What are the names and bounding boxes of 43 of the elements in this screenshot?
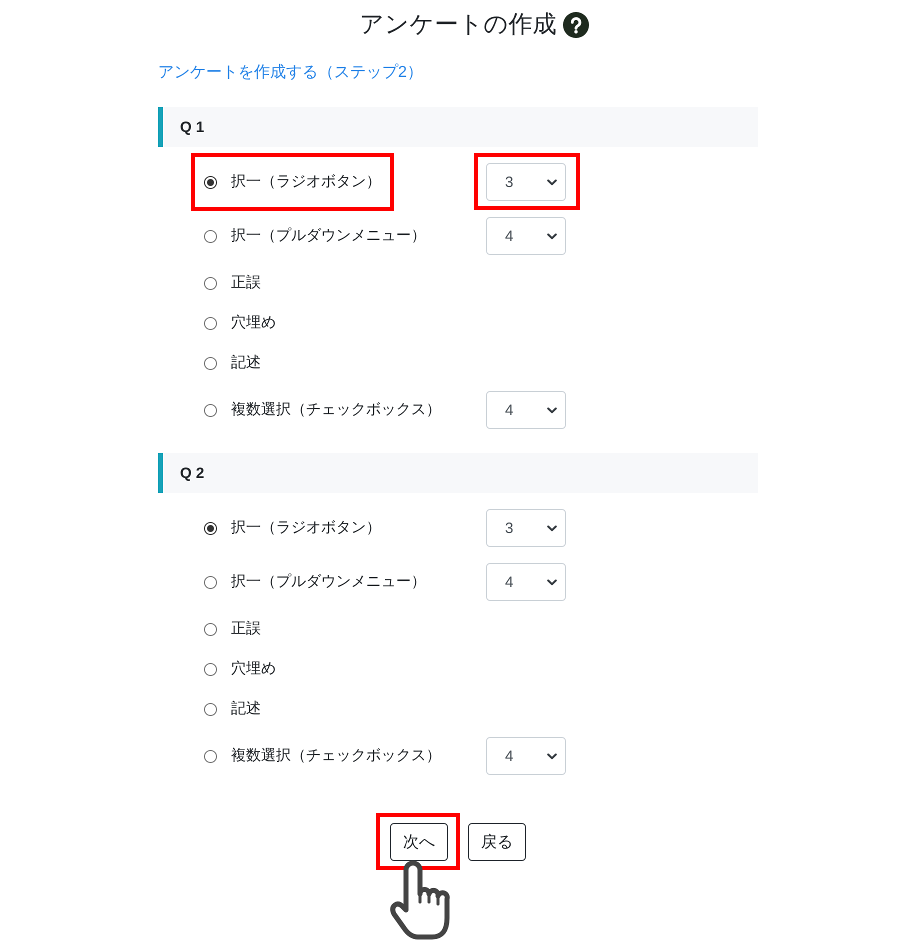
option-label: 択一（ラジオボタン）	[231, 518, 381, 538]
radio-button[interactable]	[204, 522, 217, 534]
option-label: 複数選択（チェックボックス）	[231, 746, 441, 766]
radio-button[interactable]	[204, 622, 217, 636]
radio-button[interactable]	[204, 316, 217, 330]
chevron-down-icon	[547, 752, 557, 760]
count-select[interactable]: 3	[486, 163, 566, 201]
page-title: アンケートの作成	[360, 10, 556, 40]
option-label: 記述	[231, 353, 261, 373]
back-button[interactable]: 戻る	[468, 823, 526, 861]
option-label: 正誤	[231, 619, 261, 639]
next-button[interactable]: 次へ	[390, 823, 448, 861]
radio-button[interactable]	[204, 356, 217, 370]
radio-button[interactable]	[204, 230, 217, 242]
option-label: 複数選択（チェックボックス）	[231, 400, 441, 420]
option-label: 記述	[231, 699, 261, 719]
radio-button[interactable]	[204, 276, 217, 290]
chevron-down-icon	[547, 578, 557, 586]
help-icon[interactable]	[562, 12, 588, 38]
question-label: Q 2	[180, 464, 204, 482]
radio-button[interactable]	[204, 404, 217, 416]
chevron-down-icon	[547, 406, 557, 414]
option-label: 正誤	[231, 273, 261, 293]
option-label: 択一（ラジオボタン）	[231, 172, 381, 192]
radio-button[interactable]	[204, 576, 217, 588]
radio-button[interactable]	[204, 176, 217, 188]
count-select[interactable]: 4	[486, 391, 566, 429]
count-select[interactable]: 4	[486, 737, 566, 775]
radio-button[interactable]	[204, 662, 217, 676]
option-label: 穴埋め	[231, 313, 276, 333]
option-label: 穴埋め	[231, 659, 276, 679]
step-link[interactable]: アンケートを作成する（ステップ2）	[158, 61, 423, 85]
chevron-down-icon	[547, 232, 557, 240]
radio-button[interactable]	[204, 702, 217, 716]
option-label: 択一（プルダウンメニュー）	[231, 226, 426, 246]
option-label: 択一（プルダウンメニュー）	[231, 572, 426, 592]
count-select[interactable]: 4	[486, 217, 566, 255]
count-select[interactable]: 4	[486, 563, 566, 601]
chevron-down-icon	[547, 178, 557, 186]
count-select[interactable]: 3	[486, 509, 566, 547]
chevron-down-icon	[547, 524, 557, 532]
radio-button[interactable]	[204, 750, 217, 762]
question-label: Q 1	[180, 118, 204, 136]
